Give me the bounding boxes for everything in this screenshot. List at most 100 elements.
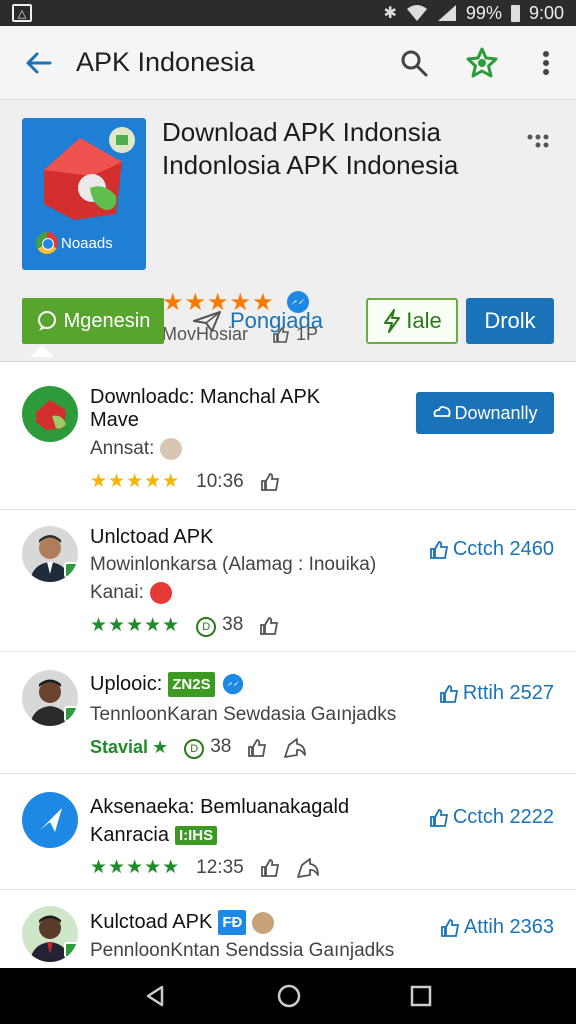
thumb-up-icon — [429, 540, 448, 559]
avatar — [22, 906, 78, 962]
list-item[interactable]: Uplooic: ZN2S TennloonKaran Sewdasia Gaı… — [0, 652, 576, 774]
item-subtitle: Kanracia I:IHS — [90, 824, 218, 847]
item-subtitle: TennloonKaran Sewdasia Gaınjadks — [90, 704, 397, 725]
share-icon[interactable] — [296, 857, 320, 879]
list-item[interactable]: Aksenaeka: Bemluanakagald Kanracia I:IHS… — [0, 774, 576, 890]
search-icon — [401, 50, 428, 76]
back-button[interactable] — [0, 26, 76, 100]
verified-badge — [64, 706, 78, 722]
app-bar-actions — [380, 26, 576, 100]
thumb-up-icon[interactable] — [259, 616, 279, 636]
more-vert-icon — [543, 50, 549, 75]
like-action-label: Rttih 2527 — [462, 682, 554, 704]
ping-label: Pongiada — [230, 308, 323, 333]
list-item[interactable]: Kulctoad APK FÐ PennloonKntan Sendssia G… — [0, 890, 576, 968]
avatar — [22, 386, 78, 442]
star-badge-icon — [466, 47, 498, 77]
messenger-icon — [222, 673, 243, 694]
like-action-button[interactable]: Cctch 2222 — [429, 806, 554, 829]
item-subtitle-text: Kanracia — [90, 824, 169, 846]
chat-bubble-icon — [37, 311, 56, 331]
messages-label: Mgenesin — [63, 309, 151, 332]
list-item[interactable]: Downloadc: Manchal APK Mave Annsat: ★★★★… — [0, 368, 576, 510]
warning-icon: △ — [12, 4, 32, 22]
chrome-icon — [36, 232, 58, 254]
download-cloud-icon — [434, 405, 451, 417]
item-subtitle-2: Kanai: — [90, 582, 172, 604]
item-time: 10:36 — [196, 470, 244, 492]
messages-button[interactable]: Mgenesin — [22, 298, 164, 344]
search-button[interactable] — [380, 26, 448, 100]
thumb-up-icon — [429, 808, 448, 827]
app-icon[interactable]: Noaads — [22, 118, 146, 270]
install-label: Iale — [406, 308, 442, 333]
status-bar: △ ✱ 99% 9:00 — [0, 0, 576, 26]
like-action-label: Cctch 2460 — [452, 538, 554, 560]
lightning-icon — [384, 309, 401, 333]
header-more-button[interactable] — [518, 126, 558, 156]
verified-badge — [64, 942, 78, 958]
item-time: 12:35 — [196, 856, 244, 878]
recents-nav-icon[interactable] — [410, 985, 432, 1007]
item-title: Downloadc: Manchal APK Mave — [90, 386, 321, 431]
thumb-up-icon — [439, 684, 458, 703]
item-title: Uplooic: ZN2S — [90, 672, 245, 697]
item-title: Aksenaeka: Bemluanakagald — [90, 796, 350, 818]
favorite-button[interactable] — [448, 26, 516, 100]
item-title-text: Uplooic: — [90, 673, 163, 695]
ping-button[interactable]: Pongiada — [192, 298, 323, 344]
like-action-button[interactable]: Attih 2363 — [440, 916, 554, 939]
app-name: Download APK Indonsia Indonlosia APK Ind… — [162, 117, 459, 180]
avatar — [22, 526, 78, 582]
like-action-button[interactable]: Rttih 2527 — [439, 682, 554, 705]
back-arrow-icon — [26, 52, 52, 73]
clock: 9:00 — [528, 2, 564, 23]
item-status-text: Stavial — [90, 737, 149, 757]
rating-stars: ★★★★★ — [90, 471, 181, 492]
like-action-button[interactable]: Cctch 2460 — [429, 538, 554, 561]
install-button[interactable]: Iale — [366, 298, 458, 344]
list-item[interactable]: Unlctoad APK Mowinlonkarsa (Alamag : Ino… — [0, 510, 576, 652]
home-nav-icon[interactable] — [276, 983, 302, 1009]
download-button[interactable]: Downanlly — [416, 392, 554, 434]
thumb-up-icon[interactable] — [247, 738, 267, 758]
thumb-up-icon[interactable] — [260, 858, 280, 878]
app-icon-text: Noaads — [61, 234, 113, 252]
back-nav-icon[interactable] — [144, 984, 168, 1008]
thumb-up-icon[interactable] — [260, 472, 280, 492]
reply-count-value: 38 — [210, 736, 232, 757]
app-logo-icon — [44, 127, 135, 220]
item-title: Unlctoad APK — [90, 526, 214, 548]
item-footer: ★★★★★ 10:36 — [90, 470, 280, 493]
reply-count-value: 38 — [222, 614, 244, 635]
item-footer: ★★★★★ 12:35 — [90, 856, 320, 879]
user-avatar-icon — [160, 438, 183, 460]
thumb-up-icon — [441, 918, 460, 937]
item-subtitle: Mowinlonkarsa (Alamag : Inouika) — [90, 554, 377, 575]
item-footer: Stavial ★ D 38 — [90, 736, 307, 759]
item-subtitle-text: Annsat: — [90, 438, 155, 459]
app-bar: APK Indonesia — [0, 26, 576, 100]
overflow-menu-button[interactable] — [516, 26, 576, 100]
item-status: Stavial ★ — [90, 737, 168, 758]
status-right: ✱ 99% 9:00 — [384, 3, 564, 24]
avatar — [22, 792, 78, 848]
verified-badge — [64, 562, 78, 578]
paper-plane-icon — [193, 311, 221, 332]
item-footer: ★★★★★ D 38 — [90, 614, 279, 637]
navigation-bar — [0, 968, 576, 1024]
download-main-button[interactable]: Drolk — [466, 298, 554, 344]
blocked-icon — [149, 582, 172, 604]
app-title: APK Indonesia — [76, 47, 255, 77]
app-icon-label: Noaads — [36, 232, 113, 254]
item-tag: ZN2S — [168, 672, 215, 697]
send-arrow-icon — [40, 808, 62, 832]
download-button-label: Downanlly — [454, 402, 538, 423]
download-main-label: Drolk — [484, 308, 536, 333]
item-tag: I:IHS — [174, 826, 218, 845]
share-icon[interactable] — [283, 737, 307, 759]
bluetooth-icon: ✱ — [383, 5, 397, 22]
wifi-icon — [406, 5, 427, 21]
app-list: Downloadc: Manchal APK Mave Annsat: ★★★★… — [0, 368, 576, 968]
chip-pointer — [30, 345, 54, 357]
